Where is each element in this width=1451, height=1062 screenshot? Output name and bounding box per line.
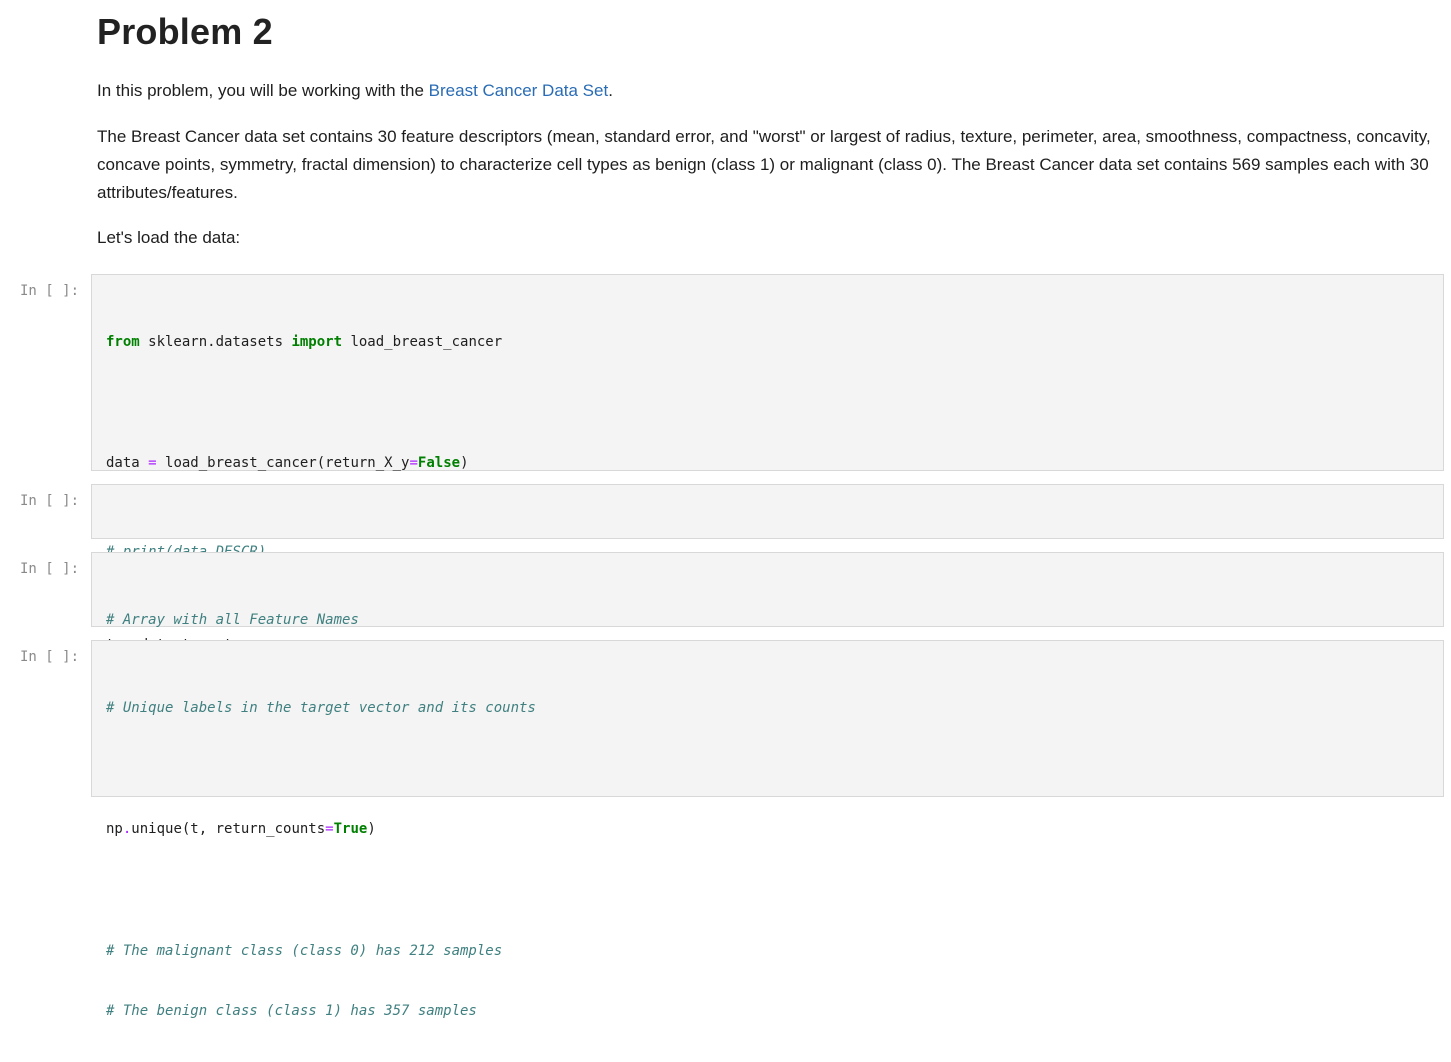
load-text: Let's load the data:	[97, 228, 241, 247]
operator-assign: =	[325, 821, 334, 838]
code-function-name: load_breast_cancer	[342, 333, 503, 350]
code-editor[interactable]: # Unique labels in the target vector and…	[106, 657, 536, 1062]
code-cell-load-data[interactable]: from sklearn.datasets import load_breast…	[91, 274, 1444, 775]
code-data-var: data	[106, 455, 149, 472]
code-call: load_breast_cancer(return_X_y	[156, 455, 410, 472]
code-cell-print-descr[interactable]: # print(data.DESCR)	[91, 484, 1444, 560]
cell-prompt: In [ ]:	[20, 493, 80, 509]
operator-assign: =	[148, 455, 157, 472]
code-comment: # The malignant class (class 0) has 212 …	[106, 942, 503, 959]
intro-paragraph: In this problem, you will be working wit…	[97, 77, 1437, 105]
code-close-paren: )	[367, 821, 376, 838]
code-unique-call: unique(t, return_counts	[131, 821, 326, 838]
code-cell-feature-names[interactable]: # Array with all Feature Names data.feat…	[91, 552, 1444, 688]
code-comment: # Unique labels in the target vector and…	[106, 699, 536, 716]
keyword-true: True	[333, 821, 368, 838]
page-title: Problem 2	[97, 11, 273, 52]
code-comment: # Array with all Feature Names	[106, 611, 359, 628]
code-module: sklearn.datasets	[139, 333, 292, 350]
keyword-false: False	[417, 455, 461, 472]
cell-prompt: In [ ]:	[20, 649, 80, 665]
markdown-cell: Problem 2	[97, 10, 1437, 54]
code-close-paren: )	[460, 455, 469, 472]
intro-text: In this problem, you will be working wit…	[97, 81, 429, 100]
operator-dot: .	[122, 821, 132, 838]
code-np: np	[106, 821, 123, 838]
breast-cancer-dataset-link[interactable]: Breast Cancer Data Set	[429, 81, 609, 100]
code-comment: # The benign class (class 1) has 357 sam…	[106, 1003, 477, 1020]
operator-assign: =	[409, 455, 418, 472]
code-cell-unique-labels[interactable]: # Unique labels in the target vector and…	[91, 640, 1444, 1019]
keyword-from: from	[106, 333, 140, 350]
intro-period: .	[608, 81, 613, 100]
load-paragraph: Let's load the data:	[97, 224, 1437, 252]
keyword-import: import	[291, 333, 343, 350]
description-paragraph: The Breast Cancer data set contains 30 f…	[97, 123, 1437, 207]
description-text: The Breast Cancer data set contains 30 f…	[97, 127, 1431, 202]
cell-prompt: In [ ]:	[20, 283, 80, 299]
cell-prompt: In [ ]:	[20, 561, 80, 577]
